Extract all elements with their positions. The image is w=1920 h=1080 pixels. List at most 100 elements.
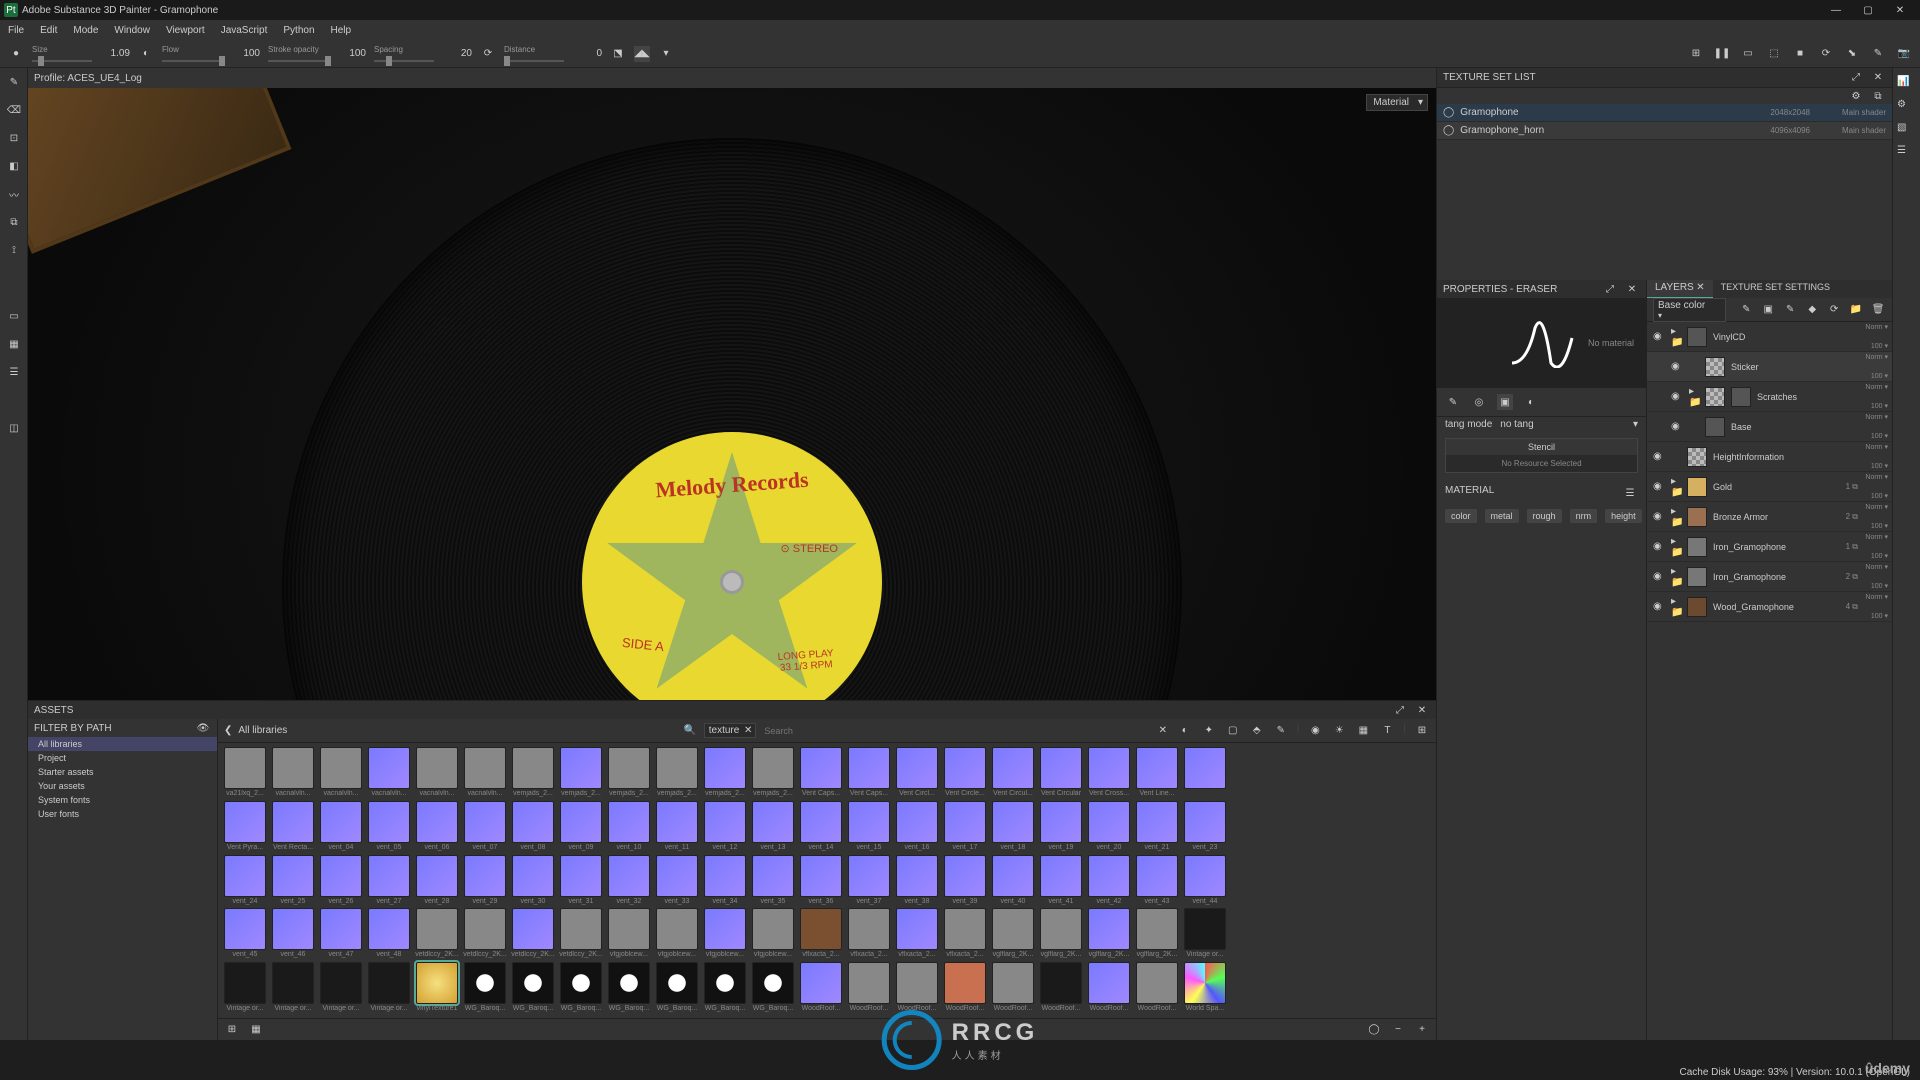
asset-item[interactable]: vent_34 xyxy=(702,855,748,907)
menu-python[interactable]: Python xyxy=(283,25,314,36)
menu-window[interactable]: Window xyxy=(114,25,150,36)
blend-mode[interactable]: Norm ▾ xyxy=(1865,563,1888,571)
props-close-icon[interactable]: ✕ xyxy=(1624,281,1640,297)
asset-item[interactable]: WoodRoof... xyxy=(1086,962,1132,1014)
layer-opacity[interactable]: 100 ▾ xyxy=(1871,552,1888,560)
visibility-icon[interactable]: ◉ xyxy=(1671,361,1683,373)
menu-edit[interactable]: Edit xyxy=(40,25,57,36)
clone-tool[interactable]: ⧉ xyxy=(4,212,24,232)
asset-item[interactable]: vent_38 xyxy=(894,855,940,907)
asset-item[interactable]: WoodRoof... xyxy=(894,962,940,1014)
asset-item[interactable]: vglflarg_2K... xyxy=(990,908,1036,960)
blend-mode[interactable]: Norm ▾ xyxy=(1865,593,1888,601)
asset-item[interactable]: vemjads_2... xyxy=(702,747,748,799)
asset-item[interactable]: vent_40 xyxy=(990,855,1036,907)
size-field[interactable]: Size xyxy=(32,45,92,62)
asset-item[interactable]: vent_47 xyxy=(318,908,364,960)
brush-settings-icon[interactable]: ✎ xyxy=(1445,394,1461,410)
library-item[interactable]: Project xyxy=(28,751,217,765)
library-item[interactable]: Your assets xyxy=(28,779,217,793)
layer-row[interactable]: ◉ HeightInformation Norm ▾ 100 ▾ xyxy=(1647,442,1892,472)
material-picker-icon[interactable]: ✎ xyxy=(1870,46,1886,62)
asset-item[interactable]: vent_13 xyxy=(750,801,796,853)
texture-set-row[interactable]: ◯ Gramophone 2048x2048 Main shader xyxy=(1437,104,1892,122)
folder-icon[interactable]: ▸📁 xyxy=(1671,326,1681,348)
asset-item[interactable]: vglflarg_2K... xyxy=(1038,908,1084,960)
layer-thumb[interactable] xyxy=(1687,447,1707,467)
add-mask-icon[interactable]: ▣ xyxy=(1760,302,1776,318)
asset-item[interactable]: vent_26 xyxy=(318,855,364,907)
asset-item[interactable]: vemjads_2... xyxy=(654,747,700,799)
asset-item[interactable]: World Spa... xyxy=(1182,962,1228,1014)
mask-link-badge[interactable]: 2 ⧉ xyxy=(1846,512,1858,522)
visibility-icon[interactable]: ◉ xyxy=(1671,391,1683,403)
render-icon[interactable]: ⟳ xyxy=(1818,46,1834,62)
asset-item[interactable]: vent_29 xyxy=(462,855,508,907)
asset-item[interactable]: vent_32 xyxy=(606,855,652,907)
asset-item[interactable]: vemjads_2... xyxy=(750,747,796,799)
asset-item[interactable]: vflxacta_2... xyxy=(942,908,988,960)
tsl-settings-icon[interactable]: ⚙ xyxy=(1848,88,1864,104)
display-settings-icon[interactable]: ⚙ xyxy=(1897,99,1916,110)
menu-file[interactable]: File xyxy=(8,25,24,36)
asset-item[interactable]: Vent Circul... xyxy=(990,747,1036,799)
add-effect-icon[interactable]: ✎ xyxy=(1738,302,1754,318)
angle-icon[interactable]: ⬔ xyxy=(610,46,626,62)
grid-icon[interactable]: ⊞ xyxy=(1688,46,1704,62)
mask-link-badge[interactable]: 1 ⧉ xyxy=(1846,542,1858,552)
assets-search-input[interactable] xyxy=(762,724,1148,738)
asset-item[interactable]: vetdlccy_2K... xyxy=(558,908,604,960)
add-folder-icon[interactable]: 📁 xyxy=(1848,302,1864,318)
asset-item[interactable]: vent_30 xyxy=(510,855,556,907)
polyfill-tool[interactable]: ◧ xyxy=(4,156,24,176)
stroke-value[interactable]: 100 xyxy=(336,48,366,59)
layer-thumb[interactable] xyxy=(1687,567,1707,587)
resource-tool-3[interactable]: ☰ xyxy=(4,362,24,382)
mask-link-badge[interactable]: 1 ⧉ xyxy=(1846,482,1858,492)
layer-opacity[interactable]: 100 ▾ xyxy=(1871,432,1888,440)
alpha-settings-icon[interactable]: ◎ xyxy=(1471,394,1487,410)
asset-zoom-in-icon[interactable]: + xyxy=(1414,1022,1430,1038)
brush-icon[interactable]: ● xyxy=(8,46,24,62)
layer-thumb[interactable] xyxy=(1687,537,1707,557)
layer-row[interactable]: ◉ ▸📁 Gold 1 ⧉ Norm ▾ 100 ▾ xyxy=(1647,472,1892,502)
add-fill-layer-icon[interactable]: ◆ xyxy=(1804,302,1820,318)
asset-item[interactable]: vent_31 xyxy=(558,855,604,907)
layer-name[interactable]: Iron_Gramophone xyxy=(1713,572,1886,582)
channel-color-button[interactable]: color xyxy=(1445,509,1477,523)
assets-breadcrumb[interactable]: All libraries xyxy=(238,725,287,736)
size-value[interactable]: 1.09 xyxy=(100,48,130,59)
asset-item[interactable]: WoodRoof... xyxy=(1134,962,1180,1014)
distance-value[interactable]: 0 xyxy=(572,48,602,59)
tab-close-icon[interactable]: ✕ xyxy=(1696,282,1704,293)
layer-name[interactable]: Bronze Armor xyxy=(1713,512,1886,522)
asset-item[interactable]: vetdlccy_2K... xyxy=(510,908,556,960)
asset-item[interactable]: vflxacta_2... xyxy=(846,908,892,960)
layer-name[interactable]: Sticker xyxy=(1731,362,1886,372)
asset-item[interactable]: WG_Baroq... xyxy=(606,962,652,1014)
asset-item[interactable]: Vent Caps... xyxy=(846,747,892,799)
layer-opacity[interactable]: 100 ▾ xyxy=(1871,402,1888,410)
add-layer-icon[interactable]: ✎ xyxy=(1782,302,1798,318)
folder-icon[interactable]: ▸📁 xyxy=(1671,536,1681,558)
visibility-icon[interactable]: ◉ xyxy=(1653,481,1665,493)
asset-item[interactable]: Vintage or... xyxy=(222,962,268,1014)
asset-item[interactable]: vent_28 xyxy=(414,855,460,907)
lazy-mouse-icon[interactable]: ⟳ xyxy=(480,46,496,62)
asset-item[interactable]: vent_12 xyxy=(702,801,748,853)
layer-name[interactable]: Gold xyxy=(1713,482,1886,492)
library-item[interactable]: Starter assets xyxy=(28,765,217,779)
asset-item[interactable]: vflxacta_2... xyxy=(894,908,940,960)
asset-item[interactable]: WoodRoof... xyxy=(990,962,1036,1014)
visibility-icon[interactable]: ◉ xyxy=(1671,421,1683,433)
visibility-icon[interactable]: ◉ xyxy=(1653,451,1665,463)
menu-help[interactable]: Help xyxy=(331,25,352,36)
asset-item[interactable]: WG_Baroq... xyxy=(558,962,604,1014)
asset-item[interactable]: vent_46 xyxy=(270,908,316,960)
layer-opacity[interactable]: 100 ▾ xyxy=(1871,522,1888,530)
asset-item[interactable]: vent_23 xyxy=(1182,801,1228,853)
spacing-field[interactable]: Spacing xyxy=(374,45,434,62)
layer-opacity[interactable]: 100 ▾ xyxy=(1871,582,1888,590)
asset-item[interactable]: vemjads_2... xyxy=(558,747,604,799)
visibility-icon[interactable]: ◉ xyxy=(1653,571,1665,583)
